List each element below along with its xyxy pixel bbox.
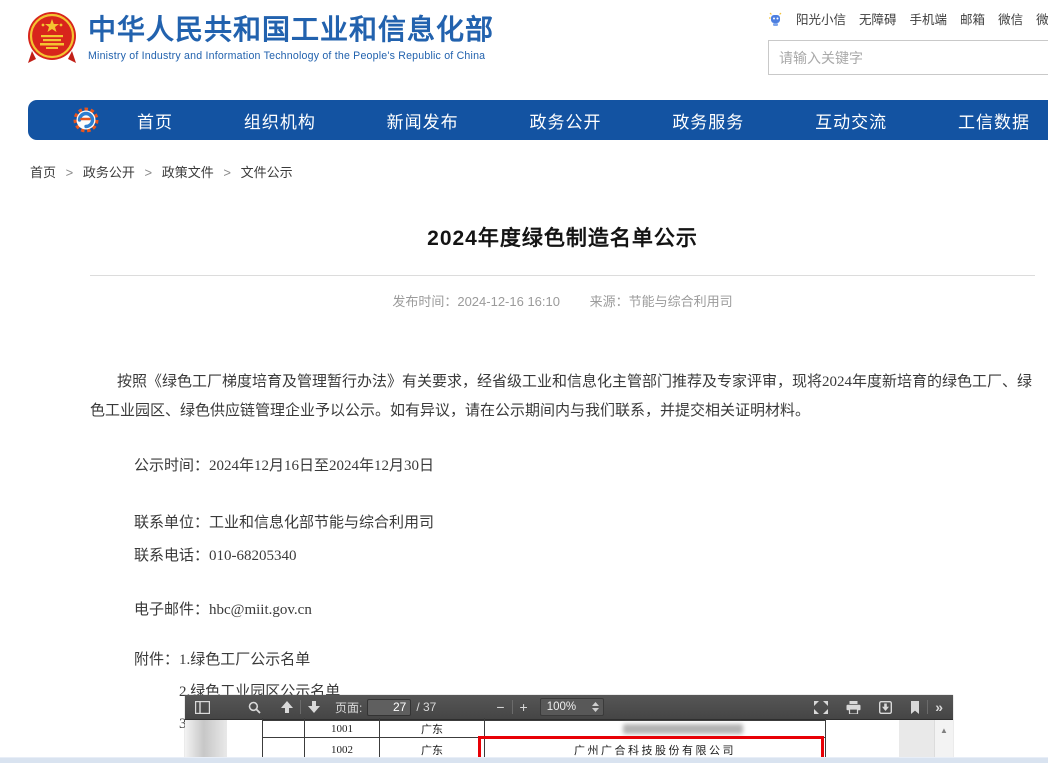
article-paragraph: 按照《绿色工厂梯度培育及管理暂行办法》有关要求，经省级工业和信息化主管部门推荐及… — [90, 368, 1035, 427]
nav-item-data[interactable]: 工信数据 — [958, 108, 1030, 133]
nav-item-organization[interactable]: 组织机构 — [244, 108, 316, 133]
breadcrumb-separator: > — [66, 165, 74, 180]
attachments-label: 附件： — [134, 648, 179, 744]
title-divider — [90, 275, 1035, 276]
nav-items: 首页 组织机构 新闻发布 政务公开 政务服务 互动交流 工信数据 — [99, 108, 1048, 133]
bookmark-icon — [910, 701, 920, 714]
top-link-mailbox[interactable]: 邮箱 — [960, 9, 985, 28]
page-total: / 37 — [416, 700, 436, 714]
site-title: 中华人民共和国工业和信息化部 — [88, 14, 494, 46]
bookmark-button[interactable] — [908, 699, 922, 716]
site-brand[interactable]: 中华人民共和国工业和信息化部 Ministry of Industry and … — [26, 9, 494, 67]
top-link-sunshine-assistant[interactable]: 阳光小信 — [796, 9, 846, 28]
search-input[interactable] — [768, 40, 1048, 75]
attachment-green-factory-list[interactable]: 1.绿色工厂公示名单 — [179, 648, 385, 669]
publish-time-label: 发布时间： — [392, 294, 457, 309]
page: 中华人民共和国工业和信息化部 Ministry of Industry and … — [0, 0, 1048, 763]
cell-province: 广东 — [380, 720, 485, 737]
notice-period: 公示时间：2024年12月16日至2024年12月30日 — [90, 454, 1035, 475]
top-link-mobile[interactable]: 手机端 — [910, 9, 948, 28]
article-title: 2024年度绿色制造名单公示 — [90, 222, 1035, 252]
article: 2024年度绿色制造名单公示 发布时间：2024-12-16 16:10 来源：… — [90, 222, 1035, 744]
page-number-input[interactable] — [367, 699, 411, 716]
toolbar-divider — [927, 700, 928, 714]
arrow-down-icon — [308, 701, 320, 713]
fullscreen-icon — [814, 701, 828, 714]
find-button[interactable] — [246, 699, 263, 716]
sidebar-toggle-button[interactable] — [193, 699, 212, 716]
zoom-level-select[interactable]: 100% — [540, 698, 604, 716]
table-row-1001: 1001 广东 — [263, 720, 826, 737]
print-button[interactable] — [844, 699, 863, 716]
main-nav: 首页 组织机构 新闻发布 政务公开 政务服务 互动交流 工信数据 — [28, 100, 1048, 140]
cell-seq: 1001 — [305, 720, 380, 737]
select-spinner-icon — [592, 702, 599, 712]
nav-item-gov-services[interactable]: 政务服务 — [672, 108, 744, 133]
redacted-company-blur — [623, 724, 743, 734]
download-icon — [879, 701, 892, 714]
breadcrumb-gov-disclosure[interactable]: 政务公开 — [83, 165, 135, 180]
breadcrumb-policy-files[interactable]: 政策文件 — [162, 165, 214, 180]
breadcrumb-home[interactable]: 首页 — [30, 165, 56, 180]
top-link-weibo[interactable]: 微博 — [1036, 9, 1048, 28]
top-link-accessibility[interactable]: 无障碍 — [859, 9, 897, 28]
sidebar-toggle-icon — [195, 701, 210, 714]
contact-email: 电子邮件：hbc@miit.gov.cn — [90, 598, 1035, 619]
breadcrumb-file-publicity[interactable]: 文件公示 — [241, 165, 293, 180]
arrow-up-icon — [281, 701, 293, 713]
contact-unit: 联系单位：工业和信息化部节能与综合利用司 — [90, 511, 1035, 532]
highlighted-company-name: 广州广合科技股份有限公司 — [574, 745, 736, 757]
bottom-strip — [0, 757, 1048, 763]
assistant-robot-icon — [768, 11, 783, 27]
search-icon — [248, 701, 261, 714]
toolbar-divider — [512, 700, 513, 714]
zoom-in-button[interactable]: + — [518, 697, 530, 717]
nav-item-news[interactable]: 新闻发布 — [387, 108, 459, 133]
toolbar-divider — [300, 700, 301, 714]
national-emblem-icon — [26, 9, 78, 67]
breadcrumb-separator: > — [223, 165, 231, 180]
download-button[interactable] — [877, 699, 894, 716]
site-subtitle: Ministry of Industry and Information Tec… — [88, 50, 494, 62]
nav-gear-logo-icon[interactable] — [73, 107, 99, 133]
previous-page-button[interactable] — [279, 699, 295, 715]
page-label: 页面: — [335, 699, 362, 716]
nav-item-home[interactable]: 首页 — [137, 108, 173, 133]
contact-phone: 联系电话：010-68205340 — [90, 544, 1035, 565]
more-tools-button[interactable]: » — [933, 698, 945, 716]
pdf-viewer: 页面: / 37 − + 100% — [185, 695, 953, 763]
next-page-button[interactable] — [306, 699, 322, 715]
pdf-toolbar: 页面: / 37 − + 100% — [185, 695, 953, 720]
breadcrumb: 首页 > 政务公开 > 政策文件 > 文件公示 — [30, 162, 293, 181]
scroll-up-arrow-icon[interactable]: ▲ — [935, 727, 953, 735]
zoom-out-button[interactable]: − — [494, 697, 506, 717]
article-meta: 发布时间：2024-12-16 16:10 来源：节能与综合利用司 — [90, 291, 1035, 310]
source-value: 节能与综合利用司 — [629, 294, 733, 309]
nav-item-gov-disclosure[interactable]: 政务公开 — [529, 108, 601, 133]
source-label: 来源： — [590, 294, 629, 309]
zoom-level-value: 100% — [547, 701, 576, 713]
print-icon — [846, 701, 861, 714]
nav-item-interaction[interactable]: 互动交流 — [815, 108, 887, 133]
publish-time-value: 2024-12-16 16:10 — [457, 294, 560, 309]
top-links: 阳光小信 无障碍 手机端 邮箱 微信 微博 — [768, 9, 1048, 28]
presentation-mode-button[interactable] — [812, 699, 830, 716]
breadcrumb-separator: > — [145, 165, 153, 180]
cell-company-redacted — [485, 720, 826, 737]
top-link-wechat[interactable]: 微信 — [998, 9, 1023, 28]
